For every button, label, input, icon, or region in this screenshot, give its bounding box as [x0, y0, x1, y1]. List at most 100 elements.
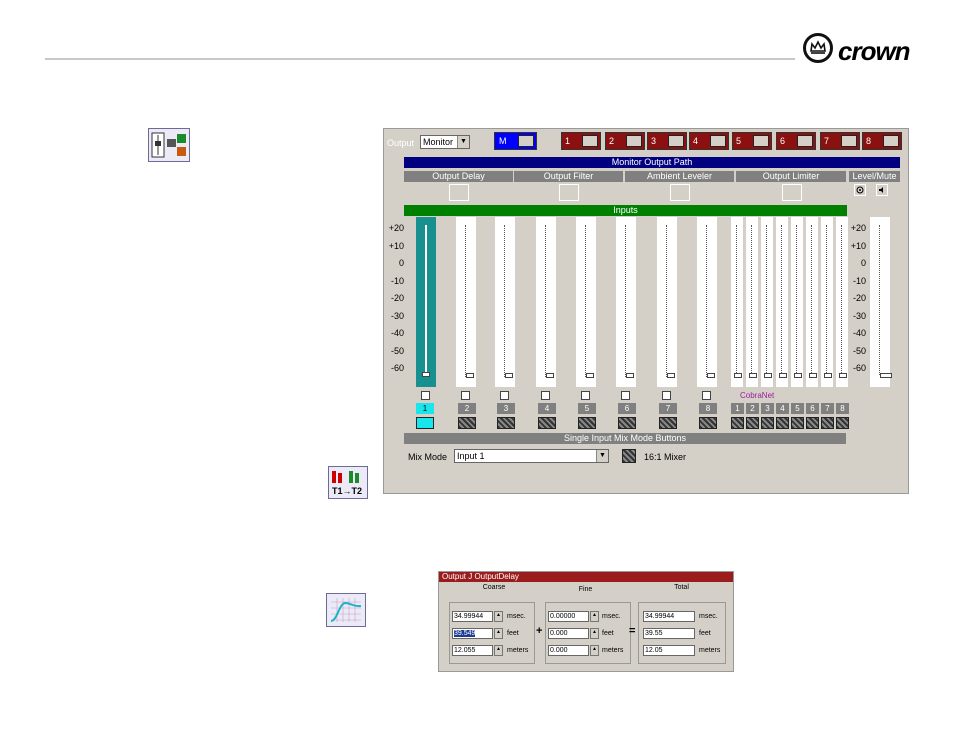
fader-knob[interactable] — [839, 373, 847, 378]
cobranet-mix-button-4[interactable] — [776, 417, 789, 429]
fine-msec-value: 0.00000 — [550, 613, 576, 620]
db-tick-label: +10 — [388, 240, 404, 251]
fader-knob[interactable] — [779, 373, 787, 378]
coarse-msec-field[interactable]: 34.99944 — [452, 611, 493, 622]
fader-knob[interactable] — [466, 373, 474, 378]
input-mix-button-1[interactable] — [416, 417, 434, 429]
fader-knob[interactable] — [626, 373, 634, 378]
output-limiter-block-button[interactable] — [781, 184, 802, 201]
solo-button[interactable] — [854, 184, 866, 196]
section-header-3: Ambient Leveler — [625, 171, 735, 182]
fine-meters-spinner[interactable]: ▲ — [590, 645, 599, 656]
coarse-header: Coarse — [482, 584, 506, 591]
monitor-icon — [856, 186, 864, 194]
fader-track — [504, 225, 508, 377]
fader-knob[interactable] — [764, 373, 772, 378]
channel-button-8[interactable]: 8 — [862, 132, 902, 150]
input-mix-button-7[interactable] — [659, 417, 677, 429]
output-select[interactable]: Monitor ▼ — [420, 135, 470, 149]
db-tick-label: 0 — [398, 258, 404, 268]
input-mix-button-6[interactable] — [618, 417, 636, 429]
channel-button-7[interactable]: 7 — [820, 132, 860, 150]
coarse-feet-spinner[interactable]: ▲ — [494, 628, 503, 639]
coarse-meters-spinner[interactable]: ▲ — [494, 645, 503, 656]
cobranet-mix-button-6[interactable] — [806, 417, 819, 429]
fader-knob[interactable] — [794, 373, 802, 378]
fader-track — [796, 225, 800, 377]
input-mix-button-5[interactable] — [578, 417, 596, 429]
input-number-2: 2 — [458, 403, 476, 414]
fader-knob[interactable] — [546, 373, 554, 378]
fader-icon — [626, 135, 642, 147]
total-header: Total — [674, 584, 689, 591]
fine-msec-spinner[interactable]: ▲ — [590, 611, 599, 622]
input-mute-button[interactable] — [500, 391, 509, 400]
input-number-4: 4 — [538, 403, 556, 414]
fader-knob[interactable] — [586, 373, 594, 378]
fine-feet-field[interactable]: 0.000 — [548, 628, 589, 639]
fader-icon — [797, 135, 813, 147]
coarse-feet-field[interactable]: 39.549 — [452, 628, 493, 639]
mixer-button[interactable] — [622, 449, 636, 463]
input-mix-button-8[interactable] — [699, 417, 717, 429]
chevron-down-icon: ▼ — [457, 136, 469, 148]
input-mute-button[interactable] — [662, 391, 671, 400]
cobranet-mix-button-5[interactable] — [791, 417, 804, 429]
total-msec-field: 34.99944 — [643, 611, 695, 622]
cobranet-number-1: 1 — [731, 403, 744, 414]
cobranet-mix-button-1[interactable] — [731, 417, 744, 429]
input-mute-button[interactable] — [702, 391, 711, 400]
coarse-meters-field[interactable]: 12.055 — [452, 645, 493, 656]
fader-knob[interactable] — [707, 373, 715, 378]
fine-msec-field[interactable]: 0.00000 — [548, 611, 589, 622]
crown-logo-icon — [803, 33, 833, 63]
fader-knob[interactable] — [809, 373, 817, 378]
fader-knob[interactable] — [734, 373, 742, 378]
channel-button-5[interactable]: 5 — [732, 132, 772, 150]
input-mute-button[interactable] — [421, 391, 430, 400]
mix-mode-value: Input 1 — [457, 451, 485, 461]
input-mute-button[interactable] — [621, 391, 630, 400]
total-msec-unit: msec. — [699, 613, 718, 620]
channel-button-3[interactable]: 3 — [647, 132, 687, 150]
db-tick-label: +20 — [388, 223, 404, 233]
cobranet-number-3: 3 — [761, 403, 774, 414]
channel-number: 5 — [736, 136, 742, 146]
input-mix-button-4[interactable] — [538, 417, 556, 429]
db-tick-label: -30 — [390, 310, 404, 321]
fader-icon — [753, 135, 769, 147]
channel-button-2[interactable]: 2 — [605, 132, 645, 150]
output-level-knob[interactable] — [880, 373, 892, 378]
channel-button-1[interactable]: 1 — [561, 132, 601, 150]
fader-knob[interactable] — [824, 373, 832, 378]
cobranet-mix-button-8[interactable] — [836, 417, 849, 429]
ambient-leveler-block-button[interactable] — [670, 184, 690, 201]
fader-icon — [582, 135, 598, 147]
fader-knob[interactable] — [422, 372, 430, 377]
coarse-meters-unit: meters — [507, 647, 529, 654]
input-mute-button[interactable] — [461, 391, 470, 400]
cobranet-mix-button-3[interactable] — [761, 417, 774, 429]
monitor-button[interactable]: M — [494, 132, 537, 150]
fader-knob[interactable] — [749, 373, 757, 378]
cobranet-number-2: 2 — [746, 403, 759, 414]
fader-knob[interactable] — [667, 373, 675, 378]
output-block-icon — [148, 128, 190, 162]
output-filter-block-button[interactable] — [559, 184, 579, 201]
input-mute-button[interactable] — [541, 391, 550, 400]
fine-feet-spinner[interactable]: ▲ — [590, 628, 599, 639]
channel-button-6[interactable]: 6 — [776, 132, 816, 150]
fine-meters-field[interactable]: 0.000 — [548, 645, 589, 656]
input-mix-button-2[interactable] — [458, 417, 476, 429]
cobranet-mix-button-2[interactable] — [746, 417, 759, 429]
input-mute-button[interactable] — [581, 391, 590, 400]
fader-knob[interactable] — [505, 373, 513, 378]
channel-button-4[interactable]: 4 — [689, 132, 729, 150]
mix-mode-select[interactable]: Input 1 ▼ — [454, 449, 609, 463]
input-mix-button-3[interactable] — [497, 417, 515, 429]
mute-button[interactable] — [876, 184, 888, 196]
channel-number: 4 — [693, 136, 699, 146]
output-delay-block-button[interactable] — [449, 184, 469, 201]
cobranet-mix-button-7[interactable] — [821, 417, 834, 429]
coarse-msec-spinner[interactable]: ▲ — [494, 611, 503, 622]
